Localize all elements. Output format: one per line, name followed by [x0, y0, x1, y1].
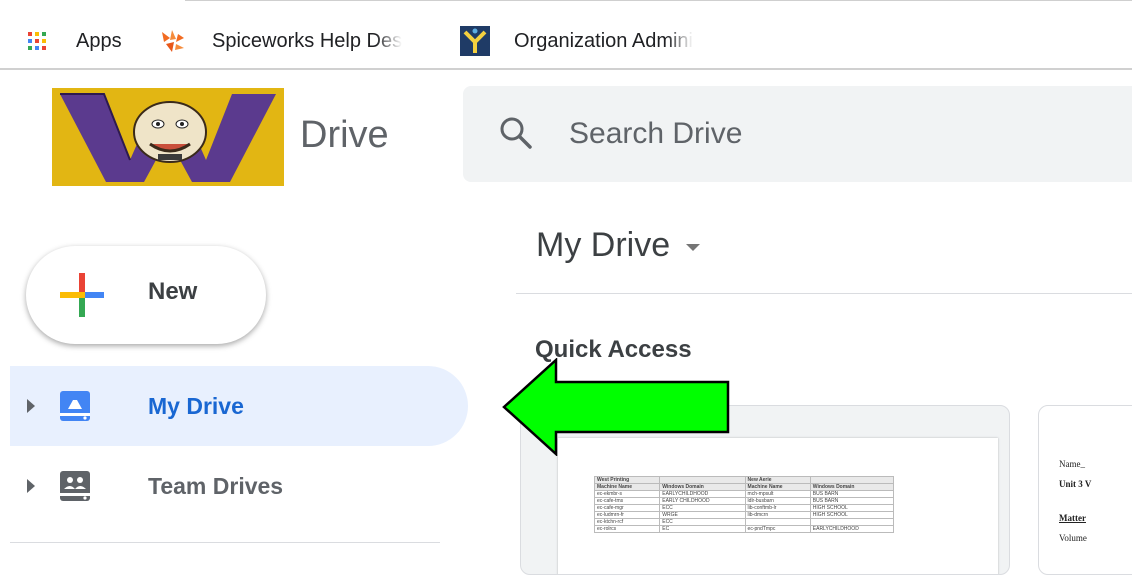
spiceworks-icon	[158, 28, 188, 54]
sheet-row: ec-cafe-tms EARLY CHILDHOOD ldlr-busbarn…	[593, 497, 895, 505]
my-drive-icon	[58, 389, 92, 423]
annotation-arrow	[502, 357, 734, 457]
sheet-cell: lib-conftmb-lr	[744, 504, 811, 512]
sheet-column-header: Machine Name	[593, 483, 661, 491]
sheet-cell: ec-cafe-tms	[593, 497, 661, 505]
document-thumbnail: Name_ Unit 3 V Matter Volume	[1059, 454, 1091, 548]
sheet-cell: ec-ludmrn-fr	[593, 511, 661, 519]
sheet-group-header: New Aerie	[744, 476, 811, 484]
sidebar-item-label: Team Drives	[148, 472, 284, 499]
bookmark-label: Spiceworks Help Des	[212, 29, 403, 53]
sheet-cell: ec-ktchn-rcf	[593, 518, 661, 526]
page-title[interactable]: My Drive	[536, 226, 701, 265]
sheet-cell: ECC	[659, 504, 746, 512]
page-title-text: My Drive	[536, 226, 671, 264]
sheet-cell	[744, 518, 811, 526]
doc-line: Unit 3 V	[1059, 479, 1092, 489]
sheet-column-header: Windows Domain	[809, 483, 895, 491]
sheet-cell: EARLY CHILDHOOD	[659, 497, 746, 505]
expand-caret-icon[interactable]	[27, 399, 35, 413]
sheet-column-header: Machine Name	[744, 483, 811, 491]
sheet-cell: EARLYCHILDHOOD	[659, 490, 746, 498]
sheet-cell: lib-dmcrn	[744, 511, 811, 519]
sheet-cell: WRGE	[659, 511, 746, 519]
plus-icon	[60, 273, 104, 317]
omnibox-border	[185, 0, 1132, 3]
bookmark-spiceworks[interactable]: Spiceworks Help Des	[158, 26, 403, 56]
sidebar-item-my-drive[interactable]: My Drive	[10, 366, 468, 446]
apps-grid-icon	[28, 32, 46, 50]
sheet-group-header	[809, 476, 895, 484]
spreadsheet-thumbnail: West Printing New Aerie Machine Name Win…	[558, 438, 998, 574]
sheet-cell: ec-rolrcs	[593, 525, 661, 533]
sheet-preview: West Printing New Aerie Machine Name Win…	[593, 476, 895, 533]
app-name: Drive	[300, 114, 389, 156]
sheet-cell: mch-mpsult	[744, 490, 811, 498]
bookmark-label: Apps	[76, 29, 122, 52]
sheet-cell	[809, 518, 895, 526]
bookmark-label: Organization Admini	[514, 29, 693, 53]
new-button[interactable]: New	[26, 246, 266, 344]
organization-logo[interactable]	[52, 88, 284, 186]
sheet-cell: EARLYCHILDHOOD	[809, 525, 895, 533]
doc-line: Volume	[1059, 533, 1087, 543]
sheet-cell: HIGH SCHOOL	[809, 504, 895, 512]
sheet-cell: BUS BARN	[809, 497, 895, 505]
sheet-cell: ECC	[659, 518, 746, 526]
doc-spacer	[1059, 494, 1091, 508]
bookmark-organization[interactable]: Organization Admini	[460, 26, 693, 56]
sheet-cell: ec-cafe-mgr	[593, 504, 661, 512]
search-bar[interactable]	[463, 86, 1132, 182]
search-input[interactable]	[569, 114, 1069, 154]
bookmarks-bar: Apps Spiceworks Help Des Organization Ad…	[0, 0, 1132, 70]
sheet-cell: ec-ekmbr-s	[593, 490, 661, 498]
bookmark-apps[interactable]: Apps	[28, 26, 122, 56]
sheet-cell: ldlr-busbarn	[744, 497, 811, 505]
doc-line: Name_	[1059, 459, 1085, 469]
doc-line: Matter	[1059, 513, 1086, 523]
sheet-cell: EC	[659, 525, 746, 533]
sheet-column-header: Windows Domain	[659, 483, 746, 491]
dropdown-caret-icon[interactable]	[686, 244, 701, 251]
sidebar-divider	[10, 542, 440, 543]
organization-icon	[460, 26, 490, 56]
sidebar-item-team-drives[interactable]: Team Drives	[10, 446, 468, 526]
sheet-row: ec-ludmrn-fr WRGE lib-dmcrn HIGH SCHOOL	[593, 511, 895, 519]
search-icon[interactable]	[499, 116, 533, 150]
sidebar-item-label: My Drive	[148, 392, 244, 419]
sheet-cell: HIGH SCHOOL	[809, 511, 895, 519]
sheet-row: ec-rolrcs EC ec-pndTmpc EARLYCHILDHOOD	[593, 525, 895, 533]
sheet-group-header	[659, 476, 746, 484]
sheet-group-header: West Printing	[593, 476, 661, 484]
quick-access-file-card[interactable]: Name_ Unit 3 V Matter Volume	[1038, 405, 1132, 575]
sheet-row: ec-ekmbr-s EARLYCHILDHOOD mch-mpsult BUS…	[593, 490, 895, 498]
sheet-cell: BUS BARN	[809, 490, 895, 498]
sheet-cell: ec-pndTmpc	[744, 525, 811, 533]
main-divider	[516, 293, 1132, 294]
sheet-row: ec-cafe-mgr ECC lib-conftmb-lr HIGH SCHO…	[593, 504, 895, 512]
team-drives-icon	[58, 469, 92, 503]
expand-caret-icon[interactable]	[27, 479, 35, 493]
new-button-label: New	[148, 278, 198, 305]
sheet-row: ec-ktchn-rcf ECC	[593, 518, 895, 526]
